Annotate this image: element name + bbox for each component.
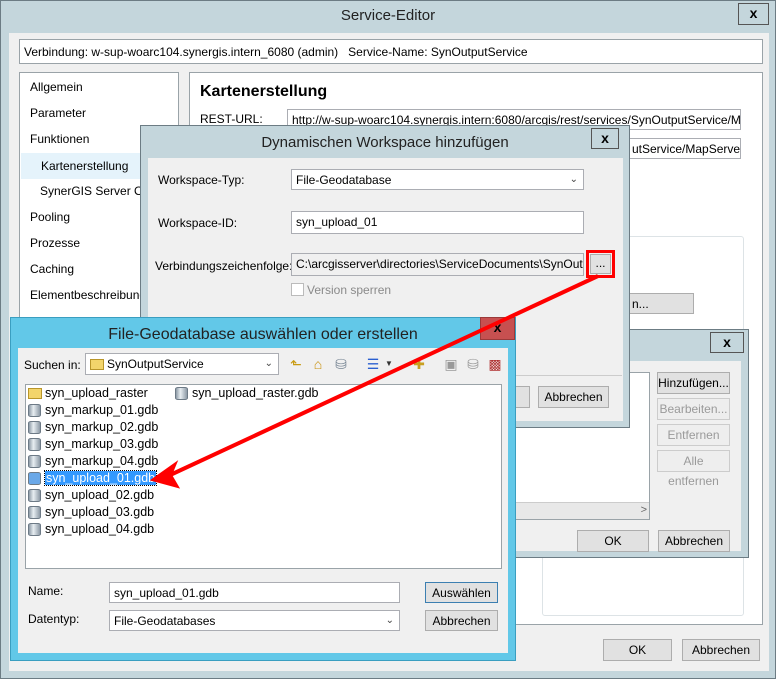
annotation-arrow [149, 274, 599, 489]
arrow-line [167, 274, 599, 478]
